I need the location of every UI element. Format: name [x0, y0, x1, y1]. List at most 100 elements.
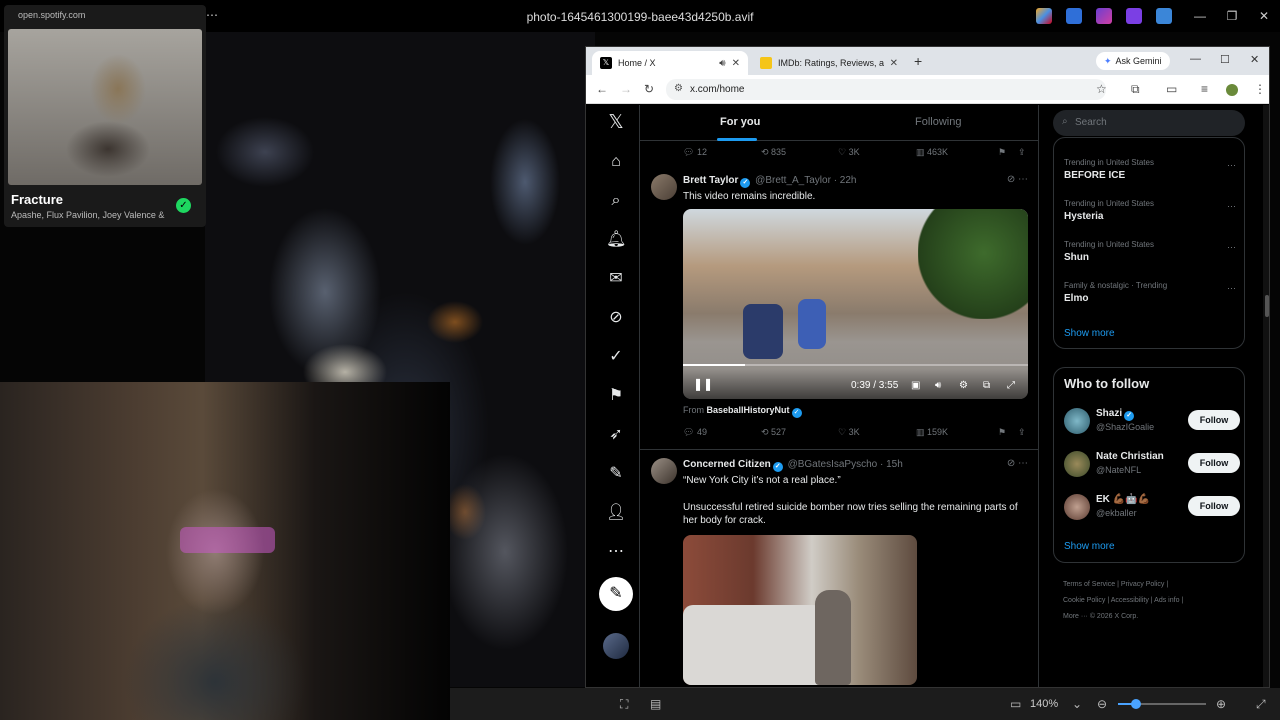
profile-avatar[interactable]	[1226, 84, 1238, 96]
post-video[interactable]: ❚❚ 0:39 / 3:55 ▣ 🔊︎ ⚙ ⧉ ⤢	[683, 209, 1028, 399]
new-tab-icon[interactable]: +	[914, 53, 922, 69]
tab-x-home[interactable]: 𝕏 Home / X 🔊︎ ✕	[592, 51, 748, 75]
ask-gemini-button[interactable]: ✦ Ask Gemini	[1096, 52, 1170, 70]
tab-for-you[interactable]: For you	[720, 116, 760, 128]
trend-item[interactable]: Family & nostalgic · Trending Elmo ⋯	[1064, 281, 1236, 304]
follow-button[interactable]: Follow	[1188, 453, 1240, 473]
settings-icon[interactable]: ⚙	[959, 380, 968, 391]
captions-icon[interactable]: ▣	[911, 380, 920, 391]
reply-count[interactable]: 💬︎ 12	[683, 147, 707, 158]
scrollbar-thumb[interactable]	[1265, 295, 1269, 317]
video-progress-bar[interactable]	[683, 364, 1028, 366]
suggestion-handle[interactable]: @ekballer	[1096, 508, 1137, 518]
reload-icon[interactable]: ↻	[644, 82, 654, 96]
suggestion-handle[interactable]: @ShazIGoalie	[1096, 422, 1154, 432]
post-author[interactable]: Brett Taylor ✓ @Brett_A_Taylor · 22h	[683, 175, 857, 188]
follow-button[interactable]: Follow	[1188, 410, 1240, 430]
explore-icon[interactable]: ⌕	[606, 191, 626, 211]
expand-icon[interactable]: ⤢	[1256, 697, 1266, 712]
bookmark-star-icon[interactable]: ☆	[1096, 82, 1107, 96]
account-avatar[interactable]	[603, 633, 629, 659]
volume-icon[interactable]: 🔊︎	[935, 380, 941, 391]
avatar[interactable]	[1064, 494, 1090, 520]
reply-count[interactable]: 💬︎ 49	[683, 427, 707, 438]
author-handle[interactable]: @BGatesIsaPyscho	[788, 459, 878, 470]
trends-show-more[interactable]: Show more	[1064, 328, 1115, 339]
chevron-down-icon[interactable]: ⌄	[1072, 697, 1082, 711]
site-info-icon[interactable]: ⚙	[674, 83, 683, 94]
close-tab-icon[interactable]: ✕	[890, 58, 898, 69]
post-time[interactable]: · 15h	[880, 459, 903, 470]
jobs-icon[interactable]: ➶	[606, 425, 626, 445]
trend-item[interactable]: Trending in United States Shun ⋯	[1064, 240, 1236, 263]
home-icon[interactable]: ⌂	[606, 152, 626, 172]
zoom-slider[interactable]	[1118, 699, 1206, 709]
network-icon[interactable]	[1156, 8, 1172, 24]
post-time[interactable]: · 22h	[834, 175, 857, 186]
follow-suggestion[interactable]: EK 💪🏾🤖💪🏾 @ekballer Follow	[1064, 494, 1240, 524]
author-name[interactable]: Concerned Citizen	[683, 459, 771, 470]
track-title[interactable]: Fracture	[11, 192, 63, 207]
actual-size-icon[interactable]: ▭	[1010, 697, 1021, 711]
view-count[interactable]: ▥ 463K	[916, 147, 948, 158]
post-button[interactable]: ✎	[599, 577, 633, 611]
trend-menu-icon[interactable]: ⋯	[1227, 160, 1236, 171]
source-account[interactable]: BaseballHistoryNut	[707, 405, 790, 415]
menu-icon[interactable]: ⋮	[1254, 82, 1266, 96]
minimize-icon[interactable]: —	[1190, 53, 1201, 65]
more-icon[interactable]: ⋯	[606, 542, 626, 562]
extensions-icon[interactable]: ⧉	[1131, 82, 1140, 97]
back-icon[interactable]: ←	[596, 82, 608, 96]
ocr-icon[interactable]: ▤	[650, 697, 661, 711]
post-menu-icon[interactable]: ⊘ ⋯	[1007, 458, 1028, 469]
zoom-level[interactable]: 140%	[1030, 698, 1058, 710]
close-icon[interactable]: ✕	[1250, 53, 1259, 66]
media-icon[interactable]: ≡	[1201, 82, 1208, 96]
trend-item[interactable]: Trending in United States Hysteria ⋯	[1064, 199, 1236, 222]
copilot-icon[interactable]	[1036, 8, 1052, 24]
avatar[interactable]	[651, 458, 677, 484]
suggestion-handle[interactable]: @NateNFL	[1096, 465, 1141, 475]
maximize-icon[interactable]: ☐	[1220, 53, 1230, 66]
more-icon[interactable]: ⋯	[206, 8, 218, 22]
cast-icon[interactable]: ▭	[1166, 82, 1177, 96]
repost-count[interactable]: ⟲ 835	[761, 147, 786, 158]
post-image[interactable]	[683, 535, 917, 685]
zoom-in-icon[interactable]: ⊕	[1216, 697, 1226, 711]
like-count[interactable]: ♡ 3K	[838, 147, 860, 158]
bookmark-icon[interactable]: ⚑	[998, 427, 1006, 438]
follow-suggestion[interactable]: Nate Christian @NateNFL Follow	[1064, 451, 1240, 481]
suggestion-name[interactable]: Nate Christian	[1096, 451, 1164, 462]
avatar[interactable]	[651, 174, 677, 200]
trend-menu-icon[interactable]: ⋯	[1227, 201, 1236, 212]
grok-icon[interactable]: ⊘	[606, 308, 626, 328]
profile-icon[interactable]: 👤︎	[606, 503, 626, 523]
repost-count[interactable]: ⟲ 527	[761, 427, 786, 438]
messages-icon[interactable]: ✉	[606, 269, 626, 289]
avatar[interactable]	[1064, 451, 1090, 477]
search-input[interactable]: ⌕ Search	[1053, 110, 1245, 136]
close-icon[interactable]: ✕	[1248, 0, 1280, 32]
address-bar[interactable]: ⚙ x.com/home	[666, 79, 1106, 100]
post-brett-taylor[interactable]: Brett Taylor ✓ @Brett_A_Taylor · 22h ⊘ ⋯ …	[640, 166, 1038, 450]
author-handle[interactable]: @Brett_A_Taylor	[755, 175, 831, 186]
post-concerned-citizen[interactable]: Concerned Citizen ✓ @BGatesIsaPyscho · 15…	[640, 450, 1038, 687]
trend-menu-icon[interactable]: ⋯	[1227, 242, 1236, 253]
app-icon-purple[interactable]	[1096, 8, 1112, 24]
track-artists[interactable]: Apashe, Flux Pavilion, Joey Valence & Br…	[11, 210, 166, 220]
follow-button[interactable]: Follow	[1188, 496, 1240, 516]
zoom-out-icon[interactable]: ⊖	[1097, 697, 1107, 711]
fullscreen-icon[interactable]: ⤢	[1007, 380, 1015, 391]
bookmarks-icon[interactable]: ⚑	[606, 386, 626, 406]
x-logo-icon[interactable]: 𝕏	[606, 113, 626, 133]
follow-suggestion[interactable]: Shazi ✓ @ShazIGoalie Follow	[1064, 408, 1240, 438]
post-author[interactable]: Concerned Citizen ✓ @BGatesIsaPyscho · 15…	[683, 459, 903, 472]
trend-menu-icon[interactable]: ⋯	[1227, 283, 1236, 294]
page-scrollbar[interactable]	[1263, 105, 1269, 687]
footer-links[interactable]: More ··· © 2026 X Corp.	[1063, 609, 1243, 625]
app-icon-violet[interactable]	[1126, 8, 1142, 24]
view-count[interactable]: ▥ 159K	[916, 427, 948, 438]
like-count[interactable]: ♡ 3K	[838, 427, 860, 438]
bookmark-icon[interactable]: ⚑	[998, 147, 1006, 158]
close-tab-icon[interactable]: ✕	[732, 58, 740, 69]
